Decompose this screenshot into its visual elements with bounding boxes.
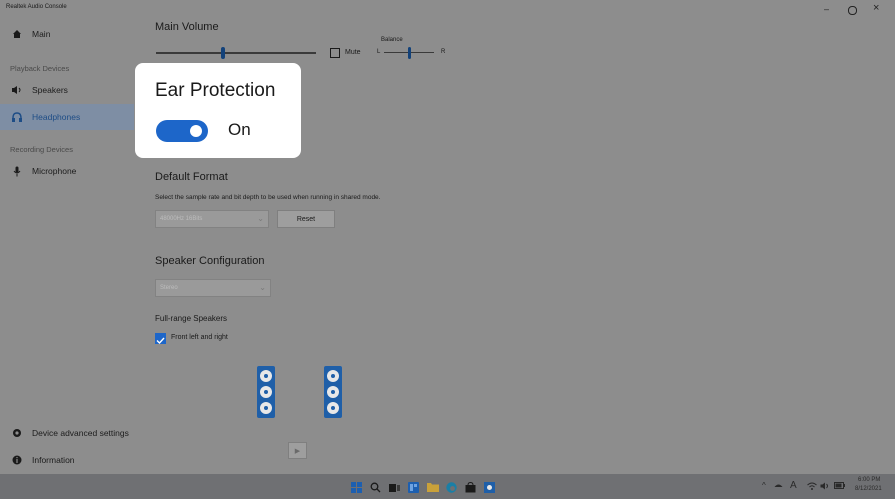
- ear-protection-toggle[interactable]: [156, 120, 208, 142]
- network-icon[interactable]: [774, 482, 783, 492]
- speaker-cone: [327, 386, 339, 398]
- front-left-right-checkbox[interactable]: [155, 333, 166, 345]
- sidebar-item-speakers[interactable]: Speakers: [0, 77, 134, 103]
- main-volume-slider-thumb[interactable]: [221, 47, 226, 59]
- windows-start-icon[interactable]: [351, 480, 362, 493]
- ear-protection-state: On: [228, 120, 251, 139]
- wifi-icon[interactable]: [807, 482, 817, 492]
- store-icon[interactable]: [465, 480, 476, 493]
- play-test-button[interactable]: ▶: [288, 442, 307, 459]
- sidebar-item-label: Main: [32, 29, 51, 39]
- chevron-down-icon: ⌄: [257, 214, 264, 223]
- playback-devices-header: Playback Devices: [10, 64, 70, 73]
- file-explorer-icon[interactable]: [427, 480, 439, 492]
- toggle-knob: [190, 125, 202, 137]
- default-format-dropdown[interactable]: 48000Hz 16Bits ⌄: [155, 210, 269, 228]
- sidebar-item-main[interactable]: Main: [0, 21, 134, 47]
- sidebar-item-label: Microphone: [32, 166, 77, 176]
- default-format-title: Default Format: [155, 171, 228, 183]
- speaker-cone: [260, 386, 272, 398]
- front-left-speaker[interactable]: [257, 366, 275, 418]
- mute-checkbox[interactable]: [330, 48, 340, 58]
- default-format-description: Select the sample rate and bit depth to …: [155, 194, 381, 201]
- balance-slider-thumb[interactable]: [408, 47, 411, 59]
- widgets-icon[interactable]: [408, 480, 419, 493]
- full-range-speakers-title: Full-range Speakers: [155, 314, 228, 323]
- ear-protection-card: Ear Protection On: [135, 63, 301, 158]
- ear-protection-title: Ear Protection: [155, 80, 276, 101]
- speaker-cone: [327, 402, 339, 414]
- balance-label: Balance: [381, 37, 403, 43]
- sidebar-item-label: Information: [32, 455, 75, 465]
- sidebar-item-device-advanced-settings[interactable]: Device advanced settings: [0, 420, 134, 446]
- sidebar-item-microphone[interactable]: Microphone: [0, 158, 134, 184]
- front-right-speaker[interactable]: [324, 366, 342, 418]
- balance-right-label: R: [441, 49, 446, 55]
- speaker-cone: [260, 370, 272, 382]
- sidebar: Main Playback Devices Speakers Headphone…: [0, 0, 134, 474]
- main-volume-title: Main Volume: [155, 21, 219, 33]
- volume-icon[interactable]: [820, 482, 830, 492]
- main-volume-track[interactable]: [156, 52, 316, 54]
- search-icon[interactable]: [370, 480, 381, 493]
- taskbar: ^ A 6:00 PM 8/12/2021: [0, 474, 895, 499]
- task-view-icon[interactable]: [389, 480, 400, 492]
- minimize-button[interactable]: –: [824, 4, 829, 14]
- clock-date[interactable]: 8/12/2021: [855, 486, 882, 492]
- chevron-down-icon: ⌄: [259, 283, 266, 292]
- sidebar-item-information[interactable]: Information: [0, 447, 134, 473]
- sidebar-item-label: Headphones: [32, 112, 81, 122]
- speaker-configuration-dropdown[interactable]: Stereo ⌄: [155, 279, 271, 297]
- sidebar-item-label: Speakers: [32, 85, 68, 95]
- default-format-value: 48000Hz 16Bits: [160, 216, 203, 222]
- realtek-icon[interactable]: [484, 480, 495, 493]
- speaker-icon: [10, 85, 24, 95]
- speaker-cone: [260, 402, 272, 414]
- headphones-icon: [10, 111, 24, 123]
- close-button[interactable]: ×: [873, 2, 879, 14]
- mute-label: Mute: [345, 49, 361, 56]
- speaker-cone: [327, 370, 339, 382]
- recording-devices-header: Recording Devices: [10, 145, 73, 154]
- front-left-right-label: Front left and right: [171, 334, 228, 341]
- edge-icon[interactable]: [446, 480, 457, 493]
- balance-left-label: L: [377, 49, 381, 55]
- maximize-button[interactable]: [848, 6, 857, 15]
- speaker-configuration-value: Stereo: [160, 285, 178, 291]
- home-icon: [10, 29, 24, 39]
- info-icon: [10, 455, 24, 465]
- microphone-icon: [10, 166, 24, 177]
- sidebar-item-headphones[interactable]: Headphones: [0, 104, 134, 130]
- gear-icon: [10, 428, 24, 438]
- reset-button[interactable]: Reset: [277, 210, 335, 228]
- speaker-configuration-title: Speaker Configuration: [155, 255, 265, 267]
- sidebar-item-label: Device advanced settings: [32, 428, 129, 438]
- language-indicator[interactable]: A: [790, 480, 797, 491]
- clock-time[interactable]: 6:00 PM: [858, 477, 880, 483]
- checkmark-icon: [156, 337, 165, 345]
- tray-chevron[interactable]: ^: [762, 481, 766, 490]
- battery-icon[interactable]: [834, 482, 845, 491]
